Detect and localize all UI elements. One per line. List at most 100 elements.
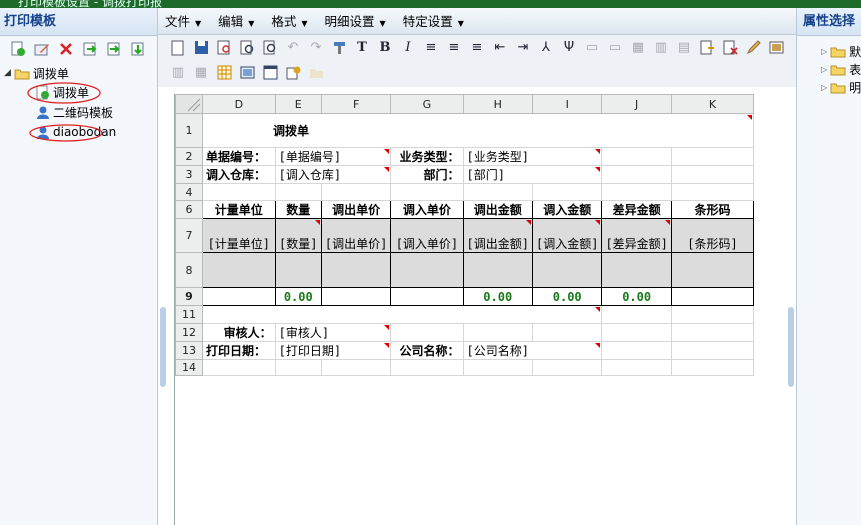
row-header[interactable]: 1 [175,113,203,148]
edit-template-icon[interactable] [32,39,52,59]
join-icon[interactable]: ⅄ [536,38,556,58]
detail-field[interactable]: [条形码] [670,218,755,253]
collapse-icon[interactable]: ◢ [4,68,11,78]
row-header[interactable]: 9 [175,287,203,306]
merge-icon[interactable]: ⇥ [513,38,533,58]
cell[interactable] [531,323,603,342]
detail-header[interactable]: 调入金额 [531,200,603,219]
row-header[interactable]: 14 [175,359,203,376]
bold-icon[interactable]: B [375,38,395,58]
total-diff-amount[interactable]: 0.00 [601,287,672,306]
border-bottom-icon[interactable]: ▭ [605,38,625,58]
print-preview-icon[interactable] [237,38,257,58]
col-header[interactable]: F [320,94,392,114]
cell[interactable] [670,147,755,166]
cell[interactable] [601,165,672,184]
cell[interactable] [390,183,464,201]
zoom-icon[interactable] [260,38,280,58]
image-icon[interactable] [237,63,257,83]
format-painter-icon[interactable] [329,38,349,58]
cell[interactable] [670,165,755,184]
cell-field[interactable]: [审核人] [274,323,392,342]
cell[interactable] [390,287,464,306]
row-header[interactable]: 2 [175,147,203,166]
menu-special-settings[interactable]: 特定设置 ▼ [396,8,474,35]
detail-field[interactable]: [差异金额] [601,218,672,253]
grid-corner[interactable] [175,94,203,114]
settings-icon[interactable] [283,63,303,83]
cell[interactable] [274,359,322,376]
report-title-cell[interactable]: 调拨单 [201,113,755,148]
export-template-icon[interactable] [104,39,124,59]
col-header[interactable]: G [390,94,464,114]
cell[interactable] [201,305,603,324]
cell[interactable] [201,359,276,376]
cell-label[interactable]: 业务类型： [390,147,464,166]
total-in-amount[interactable]: 0.00 [531,287,603,306]
cell[interactable] [320,183,392,201]
align-right-icon[interactable]: ≡ [467,38,487,58]
col-header[interactable]: K [670,94,755,114]
cell[interactable] [601,147,672,166]
row-header[interactable]: 6 [175,200,203,219]
undo-icon[interactable]: ↶ [283,38,303,58]
cell[interactable] [462,183,533,201]
cell[interactable] [390,359,464,376]
cell[interactable] [601,359,672,376]
cell[interactable] [601,341,672,360]
detail-field[interactable]: [调出单价] [320,218,392,253]
border-outer-icon[interactable]: ▤ [674,38,694,58]
cell[interactable] [390,323,464,342]
expand-icon[interactable]: ▷ [821,47,827,56]
new-template-icon[interactable] [8,39,28,59]
redo-icon[interactable]: ↷ [306,38,326,58]
row-header[interactable]: 11 [175,305,203,324]
detail-field[interactable]: [计量单位] [201,218,276,253]
property-item[interactable]: ▷ 明 [821,78,861,96]
cell[interactable] [201,252,276,288]
cell[interactable] [320,359,392,376]
expand-icon[interactable]: ▷ [821,65,827,74]
table-icon[interactable]: ▦ [191,63,211,83]
cell-grid-icon[interactable] [214,63,234,83]
left-splitter-handle[interactable] [160,307,166,387]
menu-format[interactable]: 格式 ▼ [264,8,317,35]
row-header[interactable]: 7 [175,218,203,253]
cell[interactable] [601,305,672,324]
row-header[interactable]: 8 [175,252,203,288]
new-icon[interactable] [168,38,188,58]
detail-field[interactable]: [调入金额] [531,218,603,253]
cell[interactable] [201,183,276,201]
col-header[interactable]: H [462,94,533,114]
folder-icon[interactable] [306,63,326,83]
col-header[interactable]: J [601,94,672,114]
pencil-icon[interactable] [743,38,763,58]
cell[interactable] [670,323,755,342]
cell-label[interactable]: 单据编号： [201,147,276,166]
col-header[interactable]: I [531,94,603,114]
align-center-icon[interactable]: ≡ [444,38,464,58]
row-header[interactable]: 3 [175,165,203,184]
detail-field[interactable]: [数量] [274,218,322,253]
cell[interactable] [390,252,464,288]
cell-label[interactable]: 打印日期： [201,341,276,360]
cell[interactable] [201,287,276,306]
detail-header[interactable]: 数量 [274,200,322,219]
cell-field[interactable]: [公司名称] [462,341,603,360]
cell[interactable] [670,341,755,360]
text-icon[interactable]: T [352,38,372,58]
right-splitter-handle[interactable] [788,307,794,387]
italic-icon[interactable]: I [398,38,418,58]
detail-field[interactable]: [调出金额] [462,218,533,253]
col-header[interactable]: E [274,94,322,114]
cell[interactable] [670,305,755,324]
row-header[interactable]: 13 [175,341,203,360]
cell[interactable] [462,359,533,376]
cell[interactable] [601,183,672,201]
grid-icon[interactable]: ▥ [168,63,188,83]
cell-field[interactable]: [单据编号] [274,147,392,166]
menu-file[interactable]: 文件 ▼ [158,8,211,35]
border-inner-icon[interactable]: ▥ [651,38,671,58]
cell-field[interactable]: [调入仓库] [274,165,392,184]
insert-icon[interactable] [697,38,717,58]
